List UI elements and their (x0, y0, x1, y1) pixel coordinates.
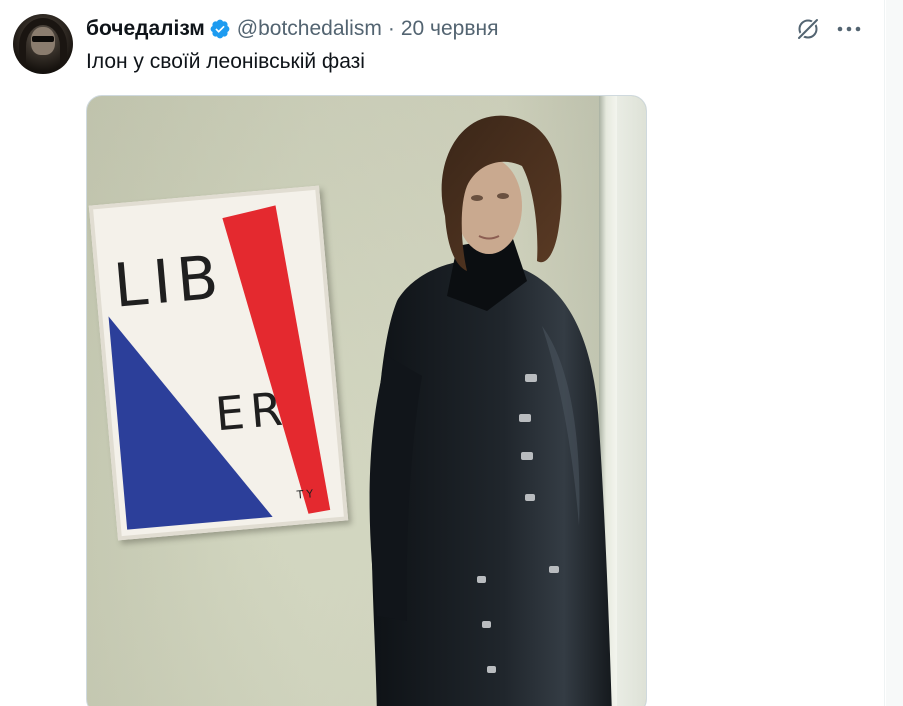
poster-line-3: TY (296, 487, 317, 502)
tweet-card[interactable]: бочедалізм @botchedalism · 20 червня Іло… (0, 0, 885, 706)
tweet-date[interactable]: 20 червня (401, 17, 499, 41)
author-name[interactable]: бочедалізм (86, 17, 205, 41)
verified-badge-icon (210, 19, 230, 39)
grok-icon[interactable] (795, 16, 821, 42)
scroll-rail[interactable] (886, 0, 903, 706)
tweet-photo[interactable]: LIB ER TY (86, 95, 647, 706)
person-in-leather-coat (369, 115, 612, 706)
poster-line-1: LIB (110, 242, 227, 322)
author-handle[interactable]: @botchedalism (237, 17, 382, 41)
poster-line-2: ER (213, 381, 291, 442)
tweet-header: бочедалізм @botchedalism · 20 червня (86, 16, 498, 42)
avatar-sunglasses (32, 36, 54, 42)
liberty-poster: LIB ER TY (88, 185, 349, 541)
more-icon[interactable] (836, 16, 862, 42)
avatar[interactable] (13, 14, 73, 74)
tweet-text: Ілон у своїй леонівській фазі (86, 50, 365, 73)
header-separator: · (387, 17, 395, 40)
